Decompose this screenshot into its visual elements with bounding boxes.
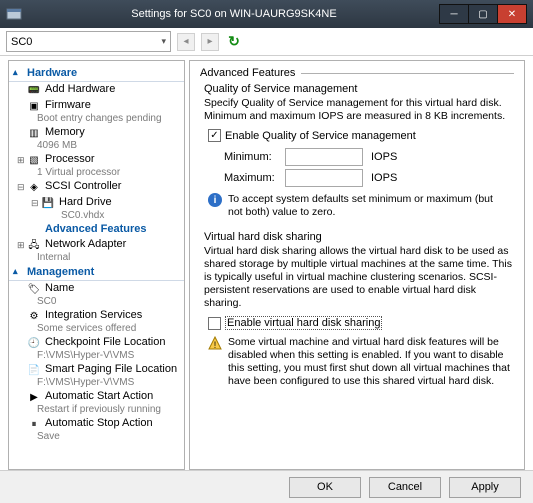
network-icon: 🖧 — [27, 238, 41, 252]
cancel-button[interactable]: Cancel — [369, 477, 441, 498]
close-button[interactable]: ✕ — [497, 4, 527, 24]
minimum-row: Minimum: IOPS — [224, 148, 514, 166]
hard-drive-icon: 💾 — [41, 196, 55, 210]
toolbar: SC0 ▾ ◂ ▸ ↻ — [0, 28, 533, 56]
tree-smartpaging[interactable]: 📄 Smart Paging File Location — [9, 362, 184, 378]
start-icon: ▶ — [27, 390, 41, 404]
checkbox-unchecked-icon — [208, 317, 221, 330]
tree-advanced-features[interactable]: Advanced Features — [9, 222, 184, 237]
checkpoint-icon: 🕘 — [27, 336, 41, 350]
refresh-button[interactable]: ↻ — [225, 33, 243, 51]
vm-selector-value: SC0 — [11, 36, 32, 48]
tag-icon: 🏷 — [27, 282, 41, 296]
qos-enable-checkbox[interactable]: ✓ Enable Quality of Service management — [208, 129, 514, 142]
tree-integ-sub: Some services offered — [37, 323, 184, 334]
minimum-input[interactable] — [285, 148, 363, 166]
dialog-buttons: OK Cancel Apply — [0, 470, 533, 503]
tree-network-adapter[interactable]: ⊞🖧 Network Adapter — [9, 237, 184, 253]
warning-icon: ! — [208, 336, 222, 350]
checkbox-checked-icon: ✓ — [208, 129, 221, 142]
stop-icon: ⏸ — [27, 417, 41, 431]
tree-integration[interactable]: ⚙ Integration Services — [9, 308, 184, 324]
chip-icon: ▣ — [27, 99, 41, 113]
tree-memory[interactable]: ▥ Memory — [9, 125, 184, 141]
qos-info-text: To accept system defaults set minimum or… — [228, 193, 510, 219]
ok-button[interactable]: OK — [289, 477, 361, 498]
vhd-enable-label: Enable virtual hard disk sharing — [225, 316, 382, 330]
vhd-warn-text: Some virtual machine and virtual hard di… — [228, 336, 510, 388]
maximum-input[interactable] — [285, 169, 363, 187]
maximize-button[interactable]: ▢ — [468, 4, 498, 24]
tree-autostop[interactable]: ⏸ Automatic Stop Action — [9, 416, 184, 432]
minimum-label: Minimum: — [224, 151, 279, 163]
minimize-button[interactable]: ─ — [439, 4, 469, 24]
tree-net-sub: Internal — [37, 252, 184, 263]
detail-title-row: Advanced Features — [200, 67, 514, 79]
qos-enable-label: Enable Quality of Service management — [225, 130, 416, 142]
qos-heading: Quality of Service management — [204, 83, 514, 95]
cpu-icon: ▧ — [27, 153, 41, 167]
tree-processor-sub: 1 Virtual processor — [37, 167, 184, 178]
min-unit: IOPS — [371, 151, 397, 163]
info-icon: i — [208, 193, 222, 207]
tree-autostart[interactable]: ▶ Automatic Start Action — [9, 389, 184, 405]
chevron-down-icon: ▾ — [161, 36, 166, 47]
window-title: Settings for SC0 on WIN-UAURG9SK4NE — [28, 8, 440, 20]
paging-icon: 📄 — [27, 363, 41, 377]
vhd-enable-checkbox[interactable]: Enable virtual hard disk sharing — [208, 316, 514, 330]
add-hardware-icon: 📟 — [27, 83, 41, 97]
vhd-desc: Virtual hard disk sharing allows the vir… — [204, 245, 514, 310]
max-unit: IOPS — [371, 172, 397, 184]
tree-smart-sub: F:\VMS\Hyper-V\VMS — [37, 377, 184, 388]
qos-desc: Specify Quality of Service management fo… — [204, 97, 514, 123]
scsi-icon: ◈ — [27, 180, 41, 194]
memory-icon: ▥ — [27, 126, 41, 140]
vhd-heading: Virtual hard disk sharing — [204, 231, 514, 243]
tree-name[interactable]: 🏷 Name — [9, 281, 184, 297]
detail-title: Advanced Features — [200, 67, 295, 79]
tree-chk-sub: F:\VMS\Hyper-V\VMS — [37, 350, 184, 361]
settings-tree: Hardware 📟 Add Hardware ▣ Firmware Boot … — [8, 60, 185, 470]
maximum-label: Maximum: — [224, 172, 279, 184]
tree-hard-drive[interactable]: ⊟💾 Hard Drive — [9, 195, 184, 211]
svg-text:!: ! — [214, 340, 217, 350]
vhd-warning: ! Some virtual machine and virtual hard … — [208, 336, 510, 388]
nav-back-button[interactable]: ◂ — [177, 33, 195, 51]
tree-checkpoint[interactable]: 🕘 Checkpoint File Location — [9, 335, 184, 351]
tree-add-hardware[interactable]: 📟 Add Hardware — [9, 82, 184, 98]
tree-astop-sub: Save — [37, 431, 184, 442]
tree-astart-sub: Restart if previously running — [37, 404, 184, 415]
services-icon: ⚙ — [27, 309, 41, 323]
tree-name-sub: SC0 — [37, 296, 184, 307]
titlebar: Settings for SC0 on WIN-UAURG9SK4NE ─ ▢ … — [0, 0, 533, 28]
detail-pane: Advanced Features Quality of Service man… — [189, 60, 525, 470]
apply-button[interactable]: Apply — [449, 477, 521, 498]
tree-firmware[interactable]: ▣ Firmware — [9, 98, 184, 114]
qos-info: i To accept system defaults set minimum … — [208, 193, 510, 219]
category-management[interactable]: Management — [9, 264, 184, 281]
settings-icon — [6, 6, 22, 22]
nav-forward-button[interactable]: ▸ — [201, 33, 219, 51]
tree-firmware-sub: Boot entry changes pending — [37, 113, 184, 124]
tree-scsi[interactable]: ⊟◈ SCSI Controller — [9, 179, 184, 195]
tree-hdd-sub: SC0.vhdx — [61, 210, 184, 221]
maximum-row: Maximum: IOPS — [224, 169, 514, 187]
vm-selector[interactable]: SC0 ▾ — [6, 31, 171, 52]
category-hardware[interactable]: Hardware — [9, 65, 184, 82]
tree-processor[interactable]: ⊞▧ Processor — [9, 152, 184, 168]
tree-memory-sub: 4096 MB — [37, 140, 184, 151]
